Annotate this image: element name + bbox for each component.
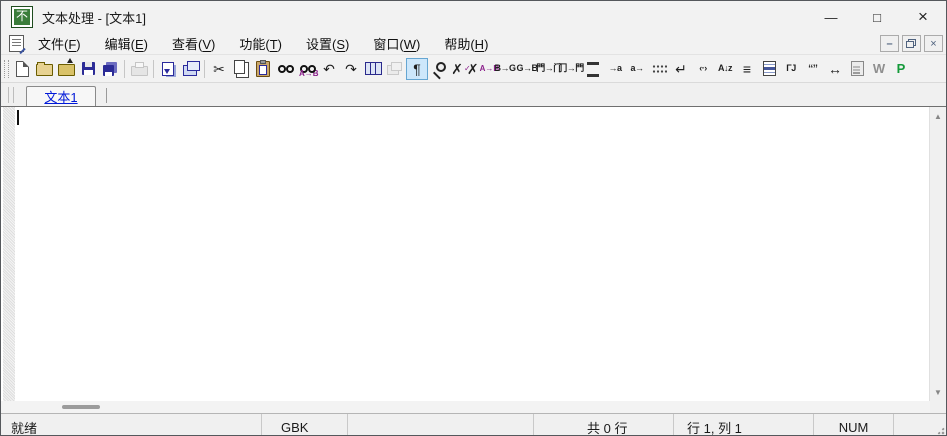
sort-icon[interactable]: A↓z [714, 58, 736, 80]
new-file-icon[interactable] [11, 58, 33, 80]
line-width-icon[interactable]: ↔ [824, 58, 846, 80]
print-icon [128, 58, 150, 80]
page-setup-icon[interactable] [846, 58, 868, 80]
big5-to-gbk-icon[interactable]: B→G [494, 58, 516, 80]
scrollbar-corner [930, 401, 946, 413]
redo-icon[interactable]: ↷ [340, 58, 362, 80]
paste-icon[interactable] [252, 58, 274, 80]
file-preview-icon[interactable] [179, 58, 201, 80]
fullwidth-halfwidth-icon[interactable] [648, 58, 670, 80]
menu-f[interactable]: 文件(F) [28, 32, 91, 55]
toolbar-separator [153, 60, 154, 78]
to-lowercase-icon[interactable]: →a [604, 58, 626, 80]
delete-replace-icon[interactable]: ✗A→B [472, 58, 494, 80]
menu-e[interactable]: 编辑(E) [95, 32, 158, 55]
menu-h[interactable]: 帮助(H) [434, 32, 498, 55]
vertical-scrollbar[interactable]: ▲ ▼ [929, 107, 946, 401]
selection-margin[interactable] [3, 107, 15, 402]
tab-bar: 文本1 [1, 83, 946, 106]
brackets-icon[interactable]: ΓJ [780, 58, 802, 80]
resize-grip[interactable] [932, 426, 945, 436]
app-icon: 不 [11, 6, 33, 28]
status-bar: 就绪 GBK 共 0 行 行 1, 列 1 NUM [1, 413, 946, 436]
paragraph-format-icon[interactable] [758, 58, 780, 80]
app-window: 不 文本处理 - [文本1] — □ × 文件(F)编辑(E)查看(V)功能(T… [0, 0, 947, 436]
cut-icon[interactable]: ✂ [208, 58, 230, 80]
text-caret [17, 110, 19, 125]
toolbar-gripper[interactable] [4, 60, 9, 78]
simp-to-trad-icon[interactable]: 门→門 [560, 58, 582, 80]
child-close-button[interactable]: × [924, 35, 943, 52]
child-restore-button[interactable] [902, 35, 921, 52]
status-cursor-position-text: 行 1, 列 1 [687, 418, 742, 436]
trad-to-simp-icon[interactable]: 門→门 [538, 58, 560, 80]
menu-s[interactable]: 设置(S) [296, 32, 359, 55]
document-tab[interactable]: 文本1 [26, 86, 96, 106]
scroll-down-icon[interactable]: ▼ [930, 384, 946, 400]
export-p-icon[interactable]: P [890, 58, 912, 80]
to-uppercase-icon[interactable]: a→ [626, 58, 648, 80]
status-ready: 就绪 [1, 414, 262, 436]
copy-icon[interactable] [230, 58, 252, 80]
menu-w[interactable]: 窗口(W) [363, 32, 430, 55]
compare-icon [384, 58, 406, 80]
open-file-icon[interactable] [33, 58, 55, 80]
title-bar: 不 文本处理 - [文本1] — □ × [1, 1, 946, 33]
export-word-icon[interactable]: W [868, 58, 890, 80]
status-empty-section [348, 414, 534, 436]
status-line-count: 共 0 行 [534, 414, 674, 436]
toolbar: ✂A→B↶↷¶✗✓✗A→BB→GG→B門→门门→門→aa→↵‹·›A↓z≡ΓJ“… [1, 55, 946, 83]
status-num-lock-text: NUM [839, 420, 869, 435]
show-paragraph-icon[interactable]: ¶ [406, 58, 428, 80]
find-icon[interactable] [274, 58, 296, 80]
close-file-icon[interactable] [55, 58, 77, 80]
child-window-icon[interactable] [9, 35, 24, 52]
child-minimize-button[interactable]: – [880, 35, 899, 52]
horizontal-scrollbar[interactable] [1, 401, 930, 413]
text-editor[interactable]: ▲ ▼ [1, 106, 946, 413]
trim-spaces-icon[interactable]: ‹·› [692, 58, 714, 80]
status-ready-text: 就绪 [11, 418, 37, 436]
toolbar-separator [124, 60, 125, 78]
word-wrap-icon[interactable]: ↵ [670, 58, 692, 80]
status-line-count-text: 共 0 行 [587, 418, 627, 436]
window-title: 文本处理 - [文本1] [42, 8, 808, 27]
undo-icon[interactable]: ↶ [318, 58, 340, 80]
toolbar-separator [204, 60, 205, 78]
minimize-button[interactable]: — [808, 1, 854, 33]
status-cursor-position: 行 1, 列 1 [674, 414, 814, 436]
save-all-icon[interactable] [99, 58, 121, 80]
status-end-section [894, 414, 946, 436]
status-encoding: GBK [262, 414, 348, 436]
menu-t[interactable]: 功能(T) [229, 32, 292, 55]
merge-lines-icon[interactable] [582, 58, 604, 80]
maximize-button[interactable]: □ [854, 1, 900, 33]
pin-icon[interactable] [428, 58, 450, 80]
menu-bar: 文件(F)编辑(E)查看(V)功能(T)设置(S)窗口(W)帮助(H) – × [1, 33, 946, 55]
line-spacing-icon[interactable]: ≡ [736, 58, 758, 80]
convert-files-icon[interactable] [157, 58, 179, 80]
replace-icon[interactable]: A→B [296, 58, 318, 80]
tab-divider [106, 88, 107, 103]
horizontal-scroll-thumb[interactable] [62, 405, 100, 409]
scroll-up-icon[interactable]: ▲ [930, 108, 946, 124]
quotes-icon[interactable]: “” [802, 58, 824, 80]
close-button[interactable]: × [900, 1, 946, 33]
menu-v[interactable]: 查看(V) [162, 32, 225, 55]
columns-icon[interactable] [362, 58, 384, 80]
gbk-to-big5-icon[interactable]: G→B [516, 58, 538, 80]
status-encoding-text: GBK [281, 420, 308, 435]
save-icon[interactable] [77, 58, 99, 80]
status-num-lock: NUM [814, 414, 894, 436]
